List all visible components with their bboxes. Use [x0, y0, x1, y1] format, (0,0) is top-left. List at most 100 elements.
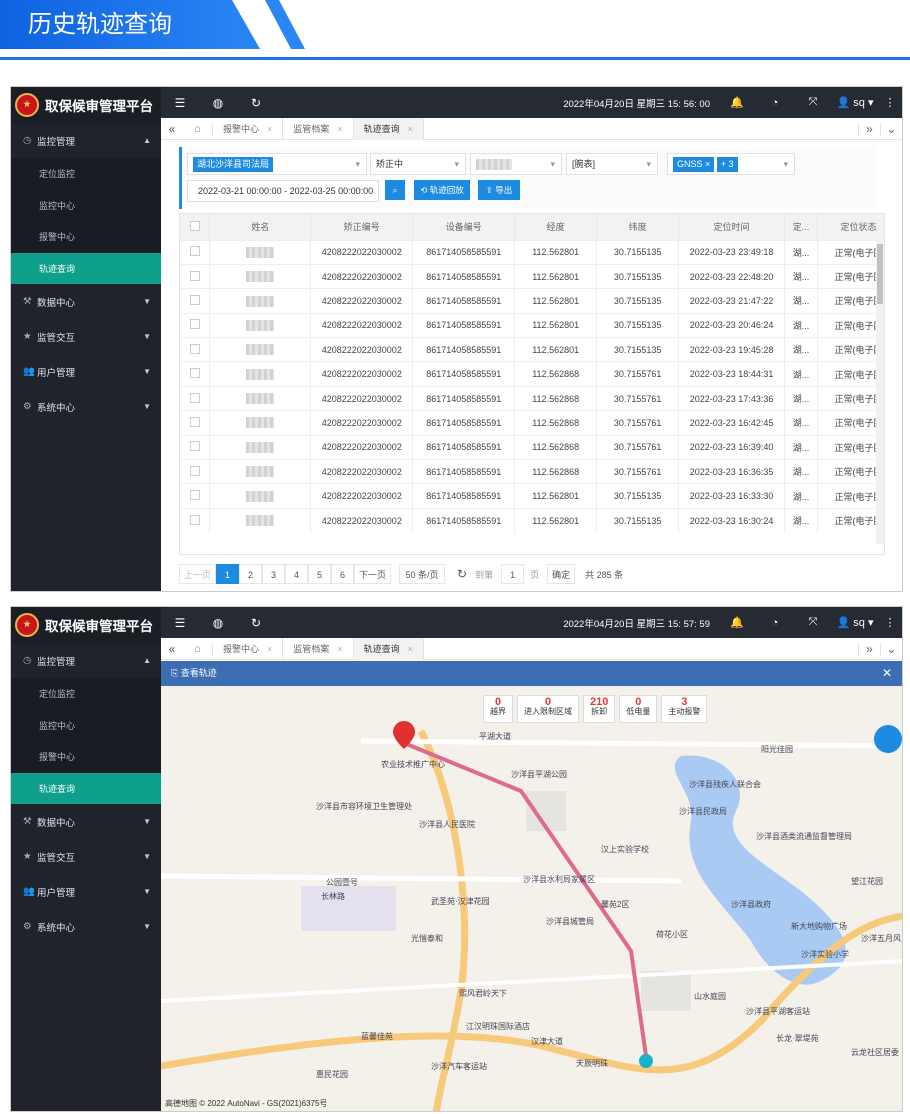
- menu-toggle-icon[interactable]: ☰: [161, 616, 199, 630]
- menu-system[interactable]: ⚙ 系统中心 ▼: [11, 389, 161, 424]
- date-range-input[interactable]: 2022-03-21 00:00:00 - 2022-03-25 00:00:0…: [187, 180, 379, 202]
- checkbox[interactable]: [189, 465, 200, 476]
- page-6[interactable]: 6: [331, 564, 355, 584]
- status-select[interactable]: 矫正中: [370, 153, 466, 175]
- page-5[interactable]: 5: [308, 564, 332, 584]
- tabs-right-icon[interactable]: »: [858, 641, 880, 656]
- col-device-no[interactable]: 设备编号: [412, 214, 516, 240]
- checkbox[interactable]: [189, 441, 200, 452]
- tab-archives[interactable]: 监管档案 ×: [283, 637, 354, 660]
- checkbox[interactable]: [189, 220, 200, 231]
- track-map[interactable]: ⎘ 查看轨迹 ✕ 0 越界 0 进入限制区域 210 拆卸 0 低电量 3 主动报警 农业技术推广中…: [161, 661, 902, 1111]
- page-2[interactable]: 2: [239, 564, 263, 584]
- end-marker-icon[interactable]: [639, 1054, 653, 1068]
- checkbox[interactable]: [189, 392, 200, 403]
- menu-interaction[interactable]: ★ 监管交互 ▼: [11, 839, 161, 874]
- page-3[interactable]: 3: [262, 564, 286, 584]
- vertical-scrollbar[interactable]: [876, 240, 884, 544]
- home-icon[interactable]: ⌂: [183, 642, 213, 655]
- close-icon[interactable]: ×: [408, 644, 413, 654]
- dashboard-icon[interactable]: ◔: [756, 97, 794, 109]
- menu-item-monitor-center[interactable]: 监控中心: [11, 189, 161, 221]
- menu-item-track-query[interactable]: 轨迹查询: [11, 772, 161, 804]
- menu-monitor[interactable]: ◷ 监控管理 ▲: [11, 643, 161, 678]
- menu-item-location[interactable]: 定位监控: [11, 158, 161, 190]
- user-menu[interactable]: 👤 sq ▾: [832, 96, 878, 109]
- row-select[interactable]: [180, 337, 211, 362]
- tabs-left-icon[interactable]: «: [161, 122, 183, 136]
- select-all[interactable]: [180, 214, 211, 240]
- dashboard-icon[interactable]: ◔: [756, 617, 794, 629]
- fullscreen-icon[interactable]: ⤧: [794, 96, 832, 109]
- close-icon[interactable]: ✕: [882, 661, 892, 686]
- refresh-icon[interactable]: ↻: [457, 567, 467, 581]
- row-select[interactable]: [180, 507, 211, 533]
- page-4[interactable]: 4: [285, 564, 309, 584]
- prev-page-button[interactable]: 上一页: [179, 564, 217, 584]
- checkbox[interactable]: [189, 343, 200, 354]
- search-button[interactable]: ⌕: [385, 180, 405, 200]
- globe-icon[interactable]: ◍: [199, 616, 237, 630]
- stat-item[interactable]: 0 越界: [483, 695, 513, 723]
- page-1[interactable]: 1: [216, 564, 240, 584]
- close-icon[interactable]: ×: [267, 124, 272, 134]
- goto-page-input[interactable]: 1: [501, 564, 525, 584]
- table-row[interactable]: 4208222022030002 861714058585591 112.56280…: [180, 288, 884, 314]
- table-row[interactable]: 4208222022030002 861714058585591 112.56280…: [180, 337, 884, 362]
- menu-item-monitor-center[interactable]: 监控中心: [11, 709, 161, 741]
- row-select[interactable]: [180, 239, 211, 265]
- table-row[interactable]: 4208222022030002 861714058585591 112.56286…: [180, 361, 884, 387]
- stat-item[interactable]: 0 低电量: [619, 695, 658, 723]
- replay-button[interactable]: ⟲ 轨迹回放: [414, 180, 470, 200]
- row-select[interactable]: [180, 483, 211, 509]
- checkbox[interactable]: [189, 514, 200, 525]
- locate-type-select[interactable]: GNSS × + 3: [667, 153, 795, 175]
- confirm-button[interactable]: 确定: [547, 564, 576, 584]
- checkbox[interactable]: [189, 246, 200, 257]
- stat-item[interactable]: 3 主动报警: [661, 695, 708, 723]
- close-icon[interactable]: ×: [267, 644, 272, 654]
- close-icon[interactable]: ×: [337, 644, 342, 654]
- row-select[interactable]: [180, 361, 211, 387]
- menu-data-center[interactable]: ⚒ 数据中心 ▼: [11, 804, 161, 839]
- checkbox[interactable]: [189, 270, 200, 281]
- tabs-left-icon[interactable]: «: [161, 642, 183, 656]
- tabs-right-icon[interactable]: »: [858, 121, 880, 136]
- table-row[interactable]: 4208222022030002 861714058585591 112.56280…: [180, 239, 884, 265]
- table-row[interactable]: 4208222022030002 861714058585591 112.56286…: [180, 434, 884, 460]
- person-select[interactable]: [470, 153, 562, 175]
- col-time[interactable]: 定位时间: [678, 214, 786, 240]
- chevron-down-icon[interactable]: ⌄: [880, 641, 902, 656]
- org-select[interactable]: 湖北沙洋县司法局: [187, 153, 367, 175]
- table-row[interactable]: 4208222022030002 861714058585591 112.56280…: [180, 312, 884, 338]
- checkbox[interactable]: [189, 490, 200, 501]
- close-icon[interactable]: ×: [408, 124, 413, 134]
- globe-icon[interactable]: ◍: [199, 96, 237, 110]
- scroll-thumb[interactable]: [877, 244, 883, 304]
- menu-system[interactable]: ⚙ 系统中心 ▼: [11, 909, 161, 944]
- close-icon[interactable]: ×: [337, 124, 342, 134]
- col-status[interactable]: 定位状态: [817, 214, 884, 240]
- checkbox[interactable]: [189, 294, 200, 305]
- table-row[interactable]: 4208222022030002 861714058585591 112.56286…: [180, 385, 884, 411]
- more-icon[interactable]: ⋮: [878, 96, 902, 109]
- checkbox[interactable]: [189, 416, 200, 427]
- tab-archives[interactable]: 监管档案 ×: [283, 117, 354, 140]
- col-latitude[interactable]: 纬度: [596, 214, 680, 240]
- report-select[interactable]: [腕表]: [566, 153, 658, 175]
- next-page-button[interactable]: 下一页: [354, 564, 392, 584]
- col-name[interactable]: 姓名: [209, 214, 312, 240]
- row-select[interactable]: [180, 385, 211, 411]
- table-row[interactable]: 4208222022030002 861714058585591 112.56280…: [180, 483, 884, 509]
- checkbox[interactable]: [189, 368, 200, 379]
- tab-track-query[interactable]: 轨迹查询 ×: [353, 117, 424, 140]
- tab-alarm-center[interactable]: 报警中心 ×: [213, 117, 284, 140]
- user-menu[interactable]: 👤 sq ▾: [832, 616, 878, 629]
- refresh-icon[interactable]: ↻: [237, 96, 275, 110]
- row-select[interactable]: [180, 459, 211, 484]
- table-row[interactable]: 4208222022030002 861714058585591 112.56280…: [180, 263, 884, 289]
- menu-users[interactable]: 👥 用户管理 ▼: [11, 354, 161, 389]
- menu-data-center[interactable]: ⚒ 数据中心 ▼: [11, 284, 161, 319]
- home-icon[interactable]: ⌂: [183, 122, 213, 135]
- menu-users[interactable]: 👥 用户管理 ▼: [11, 874, 161, 909]
